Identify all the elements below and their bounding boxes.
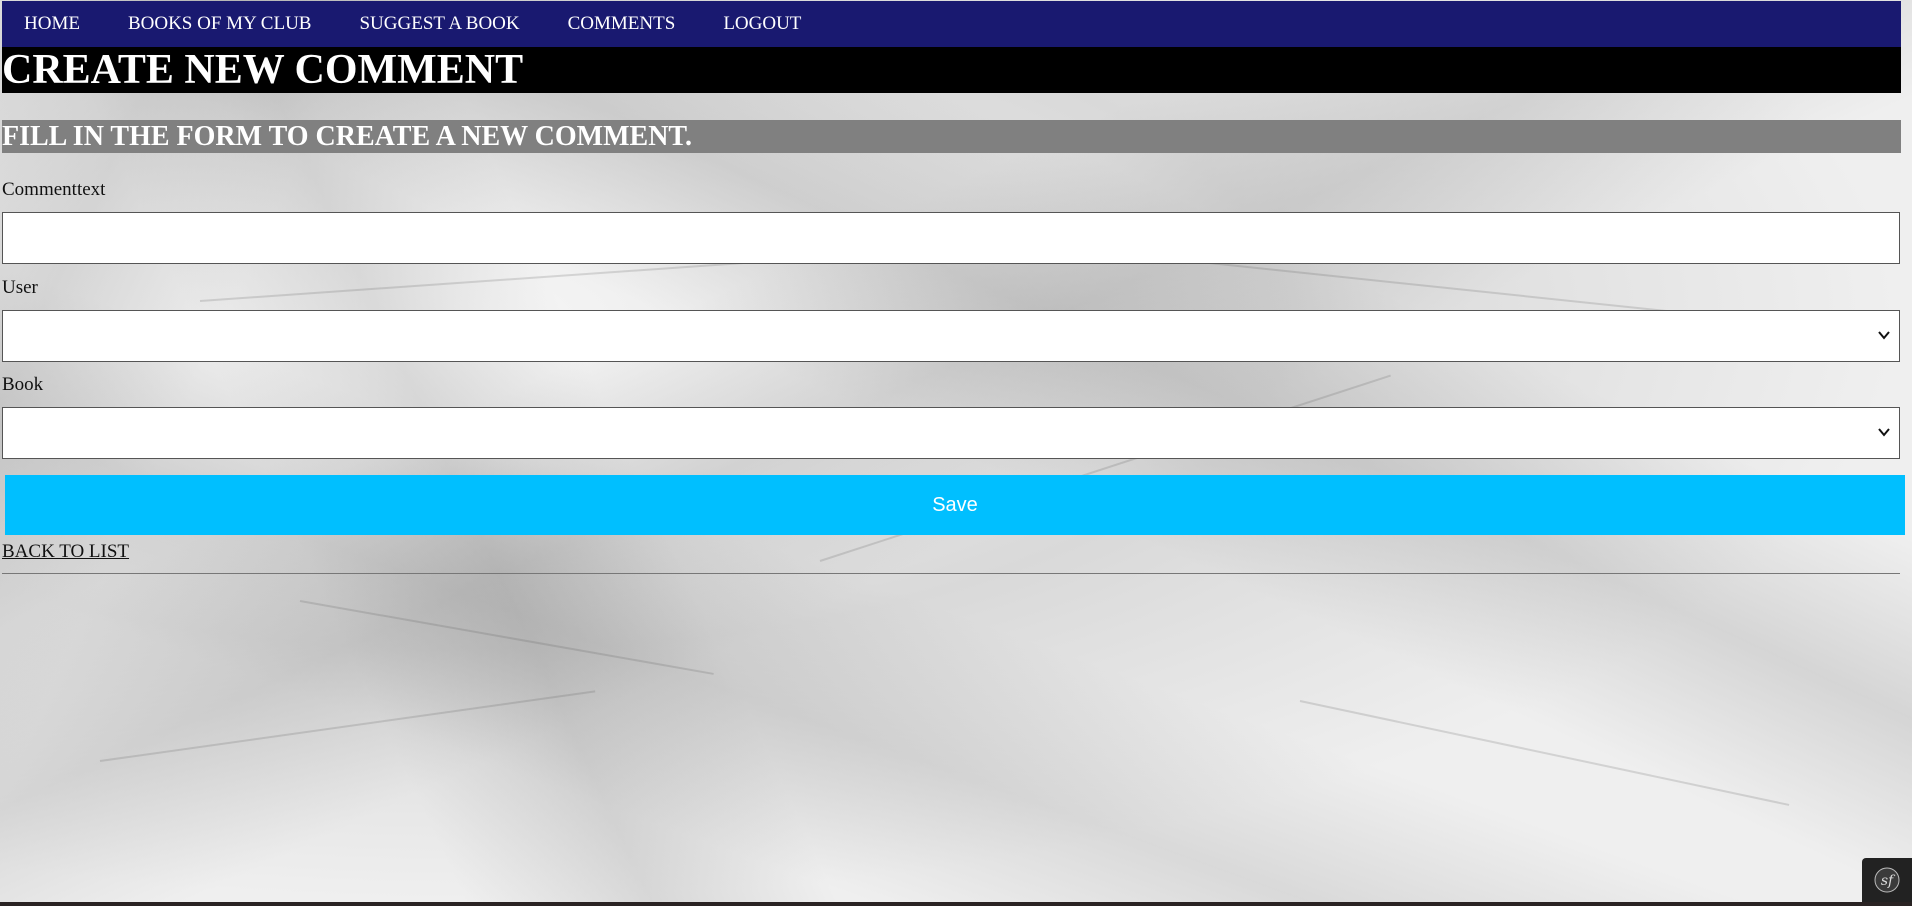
- user-select[interactable]: [2, 310, 1900, 362]
- commenttext-label: Commenttext: [2, 179, 106, 200]
- page-title-bar: CREATE NEW COMMENT: [2, 47, 1901, 93]
- chevron-down-icon: [1878, 331, 1890, 340]
- symfony-toolbar-toggle[interactable]: sf: [1862, 858, 1912, 902]
- page-subtitle-bar: FILL IN THE FORM TO CREATE A NEW COMMENT…: [2, 120, 1901, 153]
- bottom-border: [0, 902, 1912, 906]
- nav-logout[interactable]: LOGOUT: [723, 13, 801, 35]
- page-subtitle: FILL IN THE FORM TO CREATE A NEW COMMENT…: [2, 121, 693, 152]
- background-texture: [1299, 700, 1790, 806]
- book-select[interactable]: [2, 407, 1900, 459]
- nav-home[interactable]: HOME: [24, 13, 80, 35]
- background-texture: [299, 600, 714, 675]
- symfony-icon: sf: [1874, 867, 1900, 893]
- book-label: Book: [2, 374, 44, 395]
- page-title: CREATE NEW COMMENT: [2, 47, 524, 93]
- commenttext-input[interactable]: [2, 212, 1900, 264]
- nav-comments[interactable]: COMMENTS: [568, 13, 676, 35]
- top-nav: HOME BOOKS OF MY CLUB SUGGEST A BOOK COM…: [2, 1, 1901, 47]
- user-label: User: [2, 277, 38, 298]
- background-texture: [199, 258, 799, 302]
- nav-books-of-my-club[interactable]: BOOKS OF MY CLUB: [128, 13, 312, 35]
- nav-suggest-a-book[interactable]: SUGGEST A BOOK: [359, 13, 519, 35]
- background-texture: [99, 690, 596, 762]
- divider: [2, 573, 1900, 574]
- back-to-list-link[interactable]: BACK TO LIST: [2, 541, 129, 563]
- save-button[interactable]: Save: [5, 475, 1905, 535]
- chevron-down-icon: [1878, 428, 1890, 437]
